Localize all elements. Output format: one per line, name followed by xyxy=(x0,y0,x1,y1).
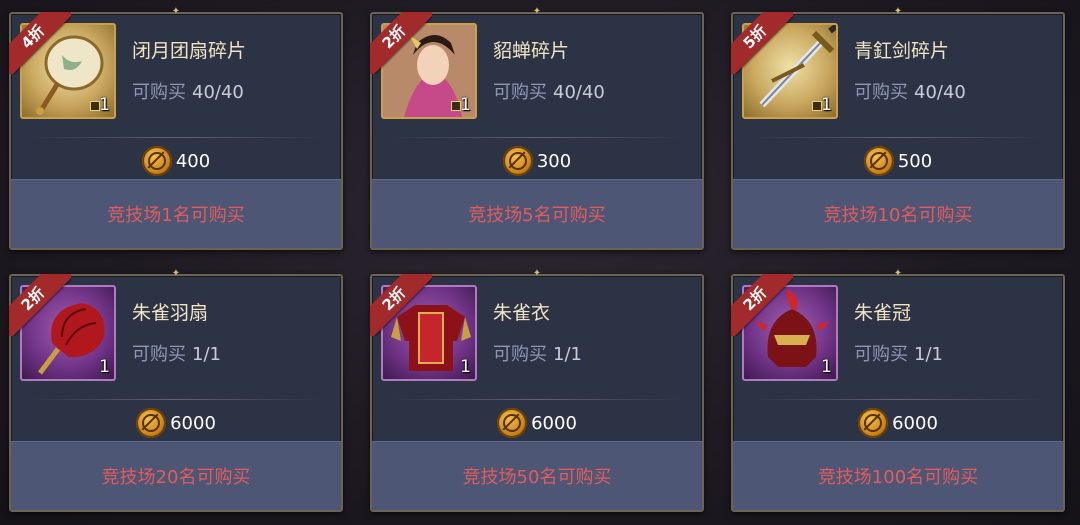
shop-item-card[interactable]: 2折 1 貂蝉碎片 可购买 40/40 300 竞技场5名可购买 xyxy=(370,12,704,250)
price: 500 xyxy=(733,146,1063,176)
discount-ribbon: 2折 xyxy=(370,12,432,74)
arena-coin-icon xyxy=(858,408,889,438)
arena-coin-icon xyxy=(497,408,528,438)
limit-label: 可购买 xyxy=(132,82,186,103)
card-ornament xyxy=(893,269,903,279)
shop-item-card[interactable]: 2折 1 朱雀衣 可购买 1/1 6000 竞技场50名可购买 xyxy=(370,274,704,512)
purchase-limit: 可购买 40/40 xyxy=(854,78,966,104)
price: 6000 xyxy=(733,408,1063,438)
divider xyxy=(31,399,321,400)
discount-ribbon: 5折 xyxy=(731,12,793,74)
discount-label: 5折 xyxy=(731,12,793,74)
shop-item-card[interactable]: 5折 1 青釭剑碎片 可购买 40/40 500 竞技场10名可购买 xyxy=(731,12,1065,250)
purchase-limit: 可购买 1/1 xyxy=(132,340,221,366)
arena-coin-icon xyxy=(141,146,172,176)
buy-requirement-button[interactable]: 竞技场1名可购买 xyxy=(11,179,341,248)
discount-label: 2折 xyxy=(370,274,432,336)
limit-value: 40/40 xyxy=(914,82,966,103)
limit-label: 可购买 xyxy=(854,344,908,365)
price: 6000 xyxy=(11,408,341,438)
discount-ribbon: 2折 xyxy=(370,274,432,336)
shop-grid: 4折 1 闭月团扇碎片 可购买 40/40 400 竞技场1名可购买 2折 xyxy=(0,0,1080,525)
divider xyxy=(392,137,682,138)
discount-label: 2折 xyxy=(731,274,793,336)
arena-coin-icon xyxy=(863,146,894,176)
price: 400 xyxy=(11,146,341,176)
limit-value: 1/1 xyxy=(192,344,221,365)
purchase-limit: 可购买 40/40 xyxy=(493,78,605,104)
limit-value: 1/1 xyxy=(553,344,582,365)
item-name: 朱雀冠 xyxy=(854,302,912,324)
limit-value: 40/40 xyxy=(192,82,244,103)
shop-item-card[interactable]: 2折 1 朱雀羽扇 可购买 1/1 6000 竞技场20名可购买 xyxy=(9,274,343,512)
card-ornament xyxy=(893,7,903,17)
price-value: 6000 xyxy=(892,412,938,434)
discount-label: 4折 xyxy=(9,12,71,74)
discount-label: 2折 xyxy=(370,12,432,74)
price-value: 6000 xyxy=(170,412,216,434)
limit-value: 40/40 xyxy=(553,82,605,103)
price-value: 400 xyxy=(175,150,211,172)
card-ornament xyxy=(532,7,542,17)
item-quantity: 1 xyxy=(460,95,471,115)
item-name: 朱雀衣 xyxy=(493,302,551,324)
purchase-limit: 可购买 1/1 xyxy=(493,340,582,366)
limit-label: 可购买 xyxy=(493,82,547,103)
arena-coin-icon xyxy=(502,146,533,176)
price: 6000 xyxy=(372,408,702,438)
divider xyxy=(392,399,682,400)
limit-label: 可购买 xyxy=(493,344,547,365)
arena-coin-icon xyxy=(136,408,167,438)
item-name: 闭月团扇碎片 xyxy=(132,40,247,62)
item-name: 青釭剑碎片 xyxy=(854,40,950,62)
buy-requirement-button[interactable]: 竞技场50名可购买 xyxy=(372,441,702,510)
divider xyxy=(31,137,321,138)
shop-item-card[interactable]: 4折 1 闭月团扇碎片 可购买 40/40 400 竞技场1名可购买 xyxy=(9,12,343,250)
divider xyxy=(753,137,1043,138)
shop-item-card[interactable]: 2折 1 朱雀冠 可购买 1/1 6000 竞技场100名可购买 xyxy=(731,274,1065,512)
purchase-limit: 可购买 40/40 xyxy=(132,78,244,104)
purchase-limit: 可购买 1/1 xyxy=(854,340,943,366)
buy-requirement-button[interactable]: 竞技场10名可购买 xyxy=(733,179,1063,248)
card-ornament xyxy=(532,269,542,279)
buy-requirement-button[interactable]: 竞技场100名可购买 xyxy=(733,441,1063,510)
limit-label: 可购买 xyxy=(854,82,908,103)
price-value: 500 xyxy=(897,150,933,172)
item-quantity: 1 xyxy=(99,95,110,115)
price-value: 6000 xyxy=(531,412,577,434)
discount-ribbon: 2折 xyxy=(9,274,71,336)
price-value: 300 xyxy=(536,150,572,172)
item-quantity: 1 xyxy=(821,95,832,115)
limit-label: 可购买 xyxy=(132,344,186,365)
item-name: 貂蝉碎片 xyxy=(493,40,570,62)
card-ornament xyxy=(171,269,181,279)
divider xyxy=(753,399,1043,400)
card-ornament xyxy=(171,7,181,17)
limit-value: 1/1 xyxy=(914,344,943,365)
item-name: 朱雀羽扇 xyxy=(132,302,209,324)
item-quantity: 1 xyxy=(99,357,110,377)
buy-requirement-button[interactable]: 竞技场5名可购买 xyxy=(372,179,702,248)
buy-requirement-button[interactable]: 竞技场20名可购买 xyxy=(11,441,341,510)
price: 300 xyxy=(372,146,702,176)
discount-label: 2折 xyxy=(9,274,71,336)
item-quantity: 1 xyxy=(821,357,832,377)
item-quantity: 1 xyxy=(460,357,471,377)
discount-ribbon: 2折 xyxy=(731,274,793,336)
discount-ribbon: 4折 xyxy=(9,12,71,74)
